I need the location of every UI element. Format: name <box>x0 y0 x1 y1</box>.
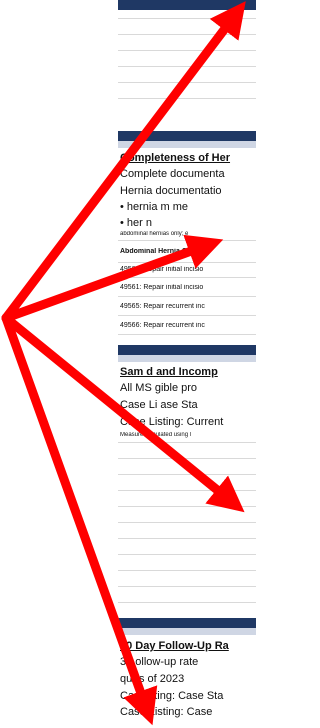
annotation-arrows <box>1 1 246 726</box>
